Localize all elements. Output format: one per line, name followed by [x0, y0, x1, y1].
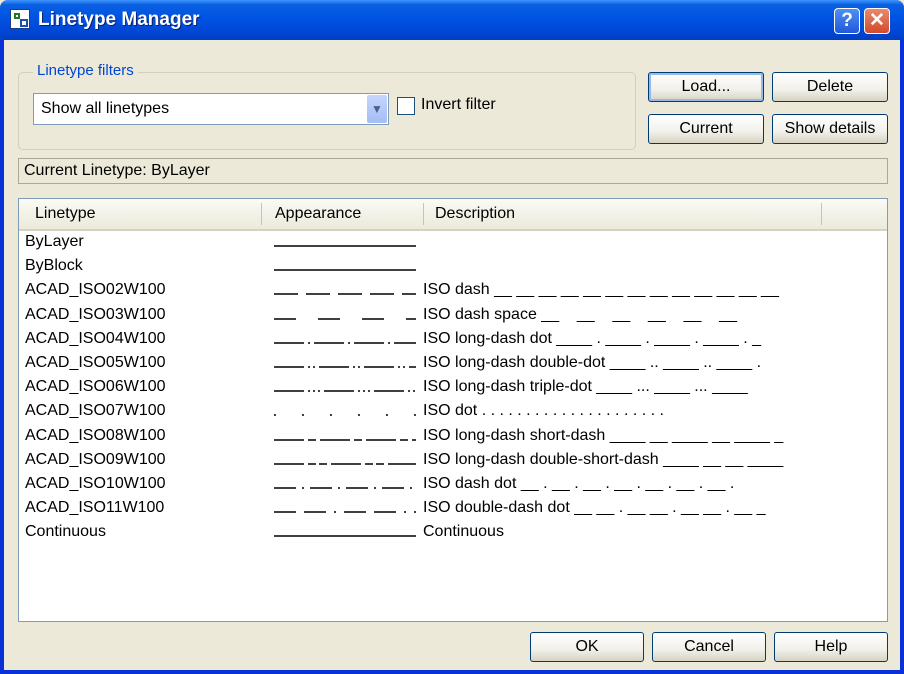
help-title-button[interactable]: ? [834, 8, 860, 34]
list-item[interactable]: ACAD_ISO06W100 ISO long-dash triple-dot _… [19, 378, 887, 402]
linetype-name: ACAD_ISO03W100 [25, 305, 166, 323]
linetype-name: Continuous [25, 523, 106, 541]
linetype-description: ISO long-dash double-dot ____ .. ____ ..… [423, 354, 762, 371]
linetype-name: ACAD_ISO08W100 [25, 426, 166, 444]
list-item[interactable]: ACAD_ISO03W100 ISO dash space __ __ __ __… [19, 306, 887, 330]
list-item[interactable]: ACAD_ISO05W100 ISO long-dash double-dot _… [19, 354, 887, 378]
linetype-appearance-line [274, 414, 416, 417]
column-divider[interactable] [423, 203, 424, 225]
filter-dropdown[interactable]: Show all linetypes ▼ [33, 93, 389, 125]
close-button[interactable]: ✕ [864, 8, 890, 34]
linetype-description: ISO dash __ __ __ __ __ __ __ __ __ __ _… [423, 281, 779, 299]
column-header-appearance[interactable]: Appearance [275, 205, 361, 223]
list-header: Linetype Appearance Description [19, 199, 887, 231]
window-title: Linetype Manager [38, 9, 200, 30]
linetype-appearance-line [274, 511, 416, 513]
load-button[interactable]: Load... [648, 72, 764, 102]
linetype-name: ACAD_ISO10W100 [25, 475, 166, 492]
list-item[interactable]: ACAD_ISO08W100 ISO long-dash short-dash _… [19, 427, 887, 451]
list-item[interactable]: ACAD_ISO11W100 ISO double-dash dot __ __ … [19, 499, 887, 523]
linetype-appearance-line [274, 535, 416, 538]
linetype-name: ByBlock [25, 257, 83, 275]
linetype-name: ACAD_ISO07W100 [25, 402, 166, 420]
column-divider[interactable] [821, 203, 822, 225]
linetype-name: ACAD_ISO11W100 [25, 499, 165, 517]
list-item[interactable]: Continuous Continuous [19, 523, 887, 547]
column-header-description[interactable]: Description [435, 205, 515, 223]
current-button[interactable]: Current [648, 114, 764, 144]
linetype-description: Continuous [423, 523, 504, 541]
invert-filter-checkbox[interactable] [397, 97, 415, 115]
cancel-button[interactable]: Cancel [652, 632, 766, 662]
list-item[interactable]: ACAD_ISO02W100 ISO dash __ __ __ __ __ __… [19, 281, 887, 305]
linetype-appearance-line [274, 390, 416, 392]
linetype-description: ISO long-dash short-dash ____ __ ____ __… [423, 426, 784, 444]
filter-dropdown-value: Show all linetypes [41, 100, 170, 117]
linetype-appearance-line [274, 269, 416, 271]
ok-button[interactable]: OK [530, 632, 644, 662]
linetype-appearance-line [274, 317, 416, 320]
linetype-appearance-line [274, 245, 416, 247]
list-item[interactable]: ByBlock [19, 257, 887, 281]
linetype-filters-label: Linetype filters [33, 62, 138, 79]
invert-filter-label[interactable]: Invert filter [421, 96, 496, 114]
linetype-list[interactable]: Linetype Appearance Description ByLayer B… [18, 198, 888, 622]
linetype-description: ISO long-dash dot ____ . ____ . ____ . _… [423, 329, 762, 347]
list-item[interactable]: ACAD_ISO09W100 ISO long-dash double-short… [19, 451, 887, 475]
linetype-name: ACAD_ISO04W100 [25, 329, 166, 347]
linetype-name: ACAD_ISO09W100 [25, 450, 166, 468]
column-header-linetype[interactable]: Linetype [35, 205, 96, 223]
linetype-description: ISO long-dash double-short-dash ____ __ … [423, 450, 784, 468]
linetype-name: ACAD_ISO02W100 [25, 281, 166, 299]
column-divider[interactable] [261, 203, 262, 225]
title-bar[interactable]: Linetype Manager ? ✕ [0, 0, 904, 40]
linetype-appearance-line [274, 462, 416, 465]
delete-button[interactable]: Delete [772, 72, 888, 102]
linetype-filters-group: Linetype filters Show all linetypes ▼ In… [18, 62, 636, 150]
list-item[interactable]: ACAD_ISO04W100 ISO long-dash dot ____ . _… [19, 330, 887, 354]
linetype-description: ISO dash dot __ . __ . __ . __ . __ . __… [423, 475, 735, 492]
show-details-button[interactable]: Show details [772, 114, 888, 144]
current-linetype-text: Current Linetype: ByLayer [24, 162, 210, 179]
linetype-description: ISO long-dash triple-dot ____ ... ____ .… [423, 378, 748, 396]
current-linetype-bar: Current Linetype: ByLayer [18, 158, 888, 184]
linetype-app-icon [10, 9, 30, 29]
list-item[interactable]: ACAD_ISO07W100 ISO dot . . . . . . . . . … [19, 402, 887, 426]
linetype-description: ISO dot . . . . . . . . . . . . . . . . … [423, 402, 664, 420]
linetype-appearance-line [274, 438, 416, 441]
linetype-name: ACAD_ISO06W100 [25, 378, 166, 396]
chevron-down-icon[interactable]: ▼ [367, 95, 387, 123]
list-item[interactable]: ACAD_ISO10W100 ISO dash dot __ . __ . __ … [19, 475, 887, 499]
linetype-appearance-line [274, 341, 416, 344]
list-item[interactable]: ByLayer [19, 233, 887, 257]
help-button[interactable]: Help [774, 632, 888, 662]
linetype-description: ISO double-dash dot __ __ . __ __ . __ _… [423, 499, 766, 517]
linetype-appearance-line [274, 487, 416, 489]
linetype-appearance-line [274, 293, 416, 296]
linetype-name: ACAD_ISO05W100 [25, 354, 166, 371]
linetype-appearance-line [274, 366, 416, 368]
linetype-name: ByLayer [25, 233, 84, 250]
linetype-description: ISO dash space __ __ __ __ __ __ [423, 305, 737, 323]
